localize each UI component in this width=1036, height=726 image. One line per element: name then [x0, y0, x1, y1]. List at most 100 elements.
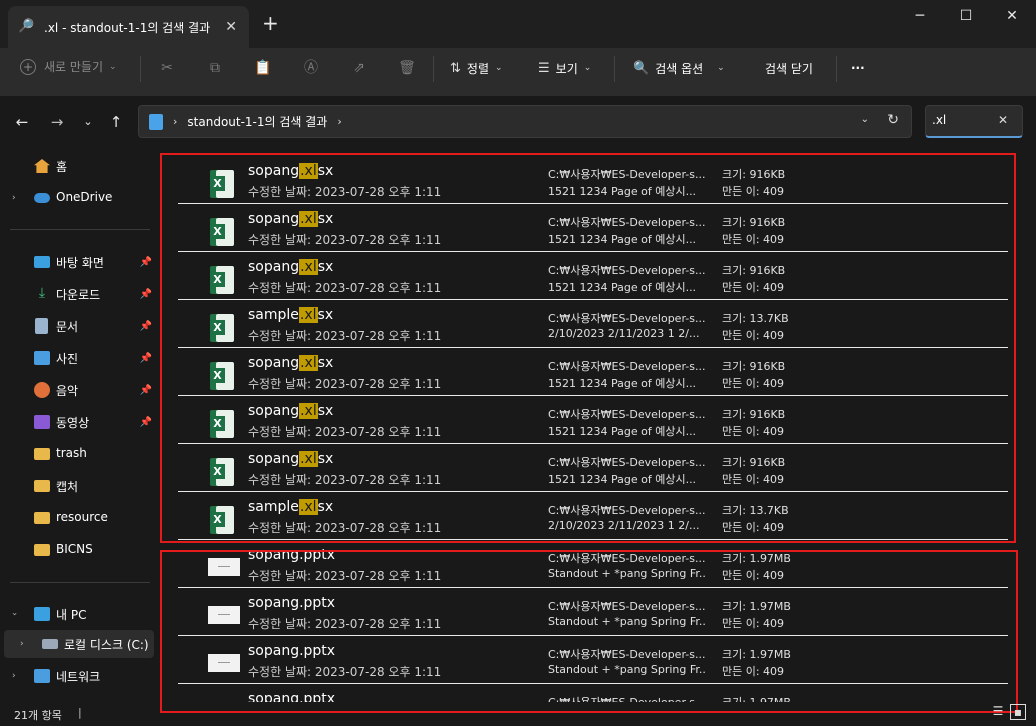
file-title: 1521 1234 Page of 예상시...: [548, 281, 697, 294]
maximize-button[interactable]: ☐: [944, 4, 988, 28]
sidebar-item-resource[interactable]: resource: [0, 504, 158, 532]
sort-icon: ⇅: [450, 60, 461, 76]
file-row[interactable]: Xsopang.xlsx 수정한 날짜: 2023-07-28 오후 1:11 C:…: [178, 348, 1008, 396]
tab-search-results[interactable]: 🔎 .xl - standout-1-1의 검색 결과 ✕: [8, 6, 249, 48]
toolbar-divider: [836, 56, 837, 82]
file-path: C:₩사용자₩ES-Developer-s...: [548, 216, 706, 229]
file-modified-date: 수정한 날짜: 2023-07-28 오후 1:11: [248, 233, 442, 247]
chevron-right-icon[interactable]: ›: [12, 671, 16, 681]
file-row[interactable]: sopang.pptx C:₩사용자₩ES-Developer-s... 크기: 1…: [178, 684, 1008, 702]
file-path: C:₩사용자₩ES-Developer-s...: [548, 694, 706, 702]
pin-icon[interactable]: 📌: [140, 385, 152, 396]
network-icon: [34, 669, 50, 683]
pin-icon[interactable]: 📌: [140, 353, 152, 364]
forward-arrow-icon[interactable]: →: [47, 112, 67, 132]
desktop-icon: [34, 256, 50, 268]
sidebar-item-network[interactable]: › 네트워크: [0, 662, 158, 690]
share-icon[interactable]: ⇗: [349, 58, 369, 78]
file-author: 만든 이: 409: [722, 281, 785, 294]
new-button[interactable]: + 새로 만들기 ⌄: [20, 58, 117, 75]
file-row[interactable]: Xsopang.xlsx 수정한 날짜: 2023-07-28 오후 1:11 C:…: [178, 444, 1008, 492]
cut-icon[interactable]: ✂: [157, 58, 177, 78]
search-input[interactable]: [932, 113, 992, 127]
file-row[interactable]: Xsopang.xlsx 수정한 날짜: 2023-07-28 오후 1:11 C:…: [178, 396, 1008, 444]
file-modified-date: 수정한 날짜: 2023-07-28 오후 1:11: [248, 665, 442, 679]
sidebar-item-onedrive[interactable]: › OneDrive: [0, 184, 158, 212]
file-row[interactable]: sopang.pptx 수정한 날짜: 2023-07-28 오후 1:11 C:₩…: [178, 636, 1008, 684]
file-row[interactable]: sopang.pptx 수정한 날짜: 2023-07-28 오후 1:11 C:₩…: [178, 540, 1008, 588]
sidebar-item-desktop[interactable]: 바탕 화면 📌: [0, 248, 158, 276]
pin-icon[interactable]: 📌: [140, 257, 152, 268]
tab-title: .xl - standout-1-1의 검색 결과: [44, 20, 211, 35]
file-author: 만든 이: 409: [722, 425, 785, 438]
back-arrow-icon[interactable]: ←: [12, 112, 32, 132]
item-count: 21개 항목: [14, 709, 62, 722]
search-options-button[interactable]: 🔍 검색 옵션 ⌄: [633, 58, 725, 78]
file-size: 크기: 13.7KB: [722, 312, 789, 325]
file-size: 크기: 1.97MB: [722, 648, 791, 661]
pin-icon[interactable]: 📌: [140, 289, 152, 300]
sidebar-item-capture[interactable]: 캡처: [0, 472, 158, 500]
refresh-icon[interactable]: ↻: [887, 112, 899, 128]
file-row[interactable]: Xsopang.xlsx 수정한 날짜: 2023-07-28 오후 1:11 C:…: [178, 252, 1008, 300]
chevron-right-icon[interactable]: ›: [20, 639, 24, 649]
sidebar-item-pictures[interactable]: 사진 📌: [0, 344, 158, 372]
view-button[interactable]: ☰ 보기 ⌄: [538, 58, 591, 78]
pin-icon[interactable]: 📌: [140, 321, 152, 332]
file-modified-date: 수정한 날짜: 2023-07-28 오후 1:11: [248, 185, 442, 199]
minimize-button[interactable]: ─: [898, 4, 942, 28]
file-row[interactable]: Xsample.xlsx 수정한 날짜: 2023-07-28 오후 1:11 C:…: [178, 300, 1008, 348]
close-tab-icon[interactable]: ✕: [225, 19, 237, 35]
chevron-right-icon[interactable]: ›: [12, 193, 16, 203]
chevron-down-icon[interactable]: ⌄: [861, 114, 869, 125]
tiles-view-icon[interactable]: ▪: [1010, 704, 1026, 720]
file-name: sopang.xlsx: [248, 451, 334, 467]
sidebar-item-music[interactable]: 음악 📌: [0, 376, 158, 404]
sort-button[interactable]: ⇅ 정렬 ⌄: [450, 58, 503, 78]
toolbar-divider: [614, 56, 615, 82]
video-icon: [34, 415, 50, 429]
delete-icon[interactable]: 🗑: [397, 58, 417, 78]
sidebar-item-documents[interactable]: 문서 📌: [0, 312, 158, 340]
close-search-button[interactable]: 검색 닫기: [765, 58, 813, 78]
sidebar-item-home[interactable]: 홈: [0, 152, 158, 180]
recent-locations-icon[interactable]: ⌄: [78, 112, 98, 132]
file-path: C:₩사용자₩ES-Developer-s...: [548, 360, 706, 373]
address-bar[interactable]: › standout-1-1의 검색 결과 › ⌄ ↻: [138, 105, 912, 138]
search-box[interactable]: ✕: [925, 105, 1023, 138]
file-title: 2/10/2023 2/11/2023 1 2/...: [548, 519, 700, 532]
sidebar-item-bicns[interactable]: BICNS: [0, 536, 158, 564]
file-size: 크기: 916KB: [722, 408, 786, 421]
home-icon: [34, 159, 50, 173]
new-tab-button[interactable]: +: [262, 11, 279, 35]
rename-icon[interactable]: Ⓐ: [301, 58, 321, 78]
file-name: sopang.pptx: [248, 595, 336, 611]
more-options-button[interactable]: ···: [851, 58, 865, 78]
file-size: 크기: 916KB: [722, 216, 786, 229]
clear-search-icon[interactable]: ✕: [998, 113, 1008, 127]
copy-icon[interactable]: ⧉: [205, 58, 225, 78]
up-arrow-icon[interactable]: ↑: [106, 112, 126, 132]
breadcrumb[interactable]: standout-1-1의 검색 결과: [187, 113, 327, 130]
powerpoint-file-icon: [208, 654, 240, 672]
file-path: C:₩사용자₩ES-Developer-s...: [548, 504, 706, 517]
file-row[interactable]: Xsopang.xlsx 수정한 날짜: 2023-07-28 오후 1:11 C:…: [178, 204, 1008, 252]
pin-icon[interactable]: 📌: [140, 417, 152, 428]
file-row[interactable]: Xsopang.xlsx 수정한 날짜: 2023-07-28 오후 1:11 C:…: [178, 156, 1008, 204]
sidebar-item-this-pc[interactable]: › 내 PC: [0, 600, 158, 628]
file-name: sopang.xlsx: [248, 211, 334, 227]
file-row[interactable]: Xsample.xlsx 수정한 날짜: 2023-07-28 오후 1:11 C:…: [178, 492, 1008, 540]
sidebar-item-downloads[interactable]: ⤓ 다운로드 📌: [0, 280, 158, 308]
sidebar-item-trash[interactable]: trash: [0, 440, 158, 468]
file-row[interactable]: sopang.pptx 수정한 날짜: 2023-07-28 오후 1:11 C:₩…: [178, 588, 1008, 636]
file-name: sopang.xlsx: [248, 355, 334, 371]
paste-icon[interactable]: 📋: [253, 58, 273, 78]
sidebar-item-local-disk[interactable]: › 로컬 디스크 (C:): [4, 630, 154, 658]
chevron-down-icon[interactable]: ›: [9, 612, 19, 616]
details-view-icon[interactable]: ☰: [990, 704, 1006, 720]
new-button-label: 새로 만들기: [44, 60, 104, 74]
close-window-button[interactable]: ✕: [990, 4, 1034, 28]
sidebar-item-videos[interactable]: 동영상 📌: [0, 408, 158, 436]
navigation-pane: 홈 › OneDrive 바탕 화면 📌 ⤓ 다운로드 📌 문서 📌 사진 📌 …: [0, 146, 158, 702]
file-author: 만든 이: 409: [722, 185, 785, 198]
